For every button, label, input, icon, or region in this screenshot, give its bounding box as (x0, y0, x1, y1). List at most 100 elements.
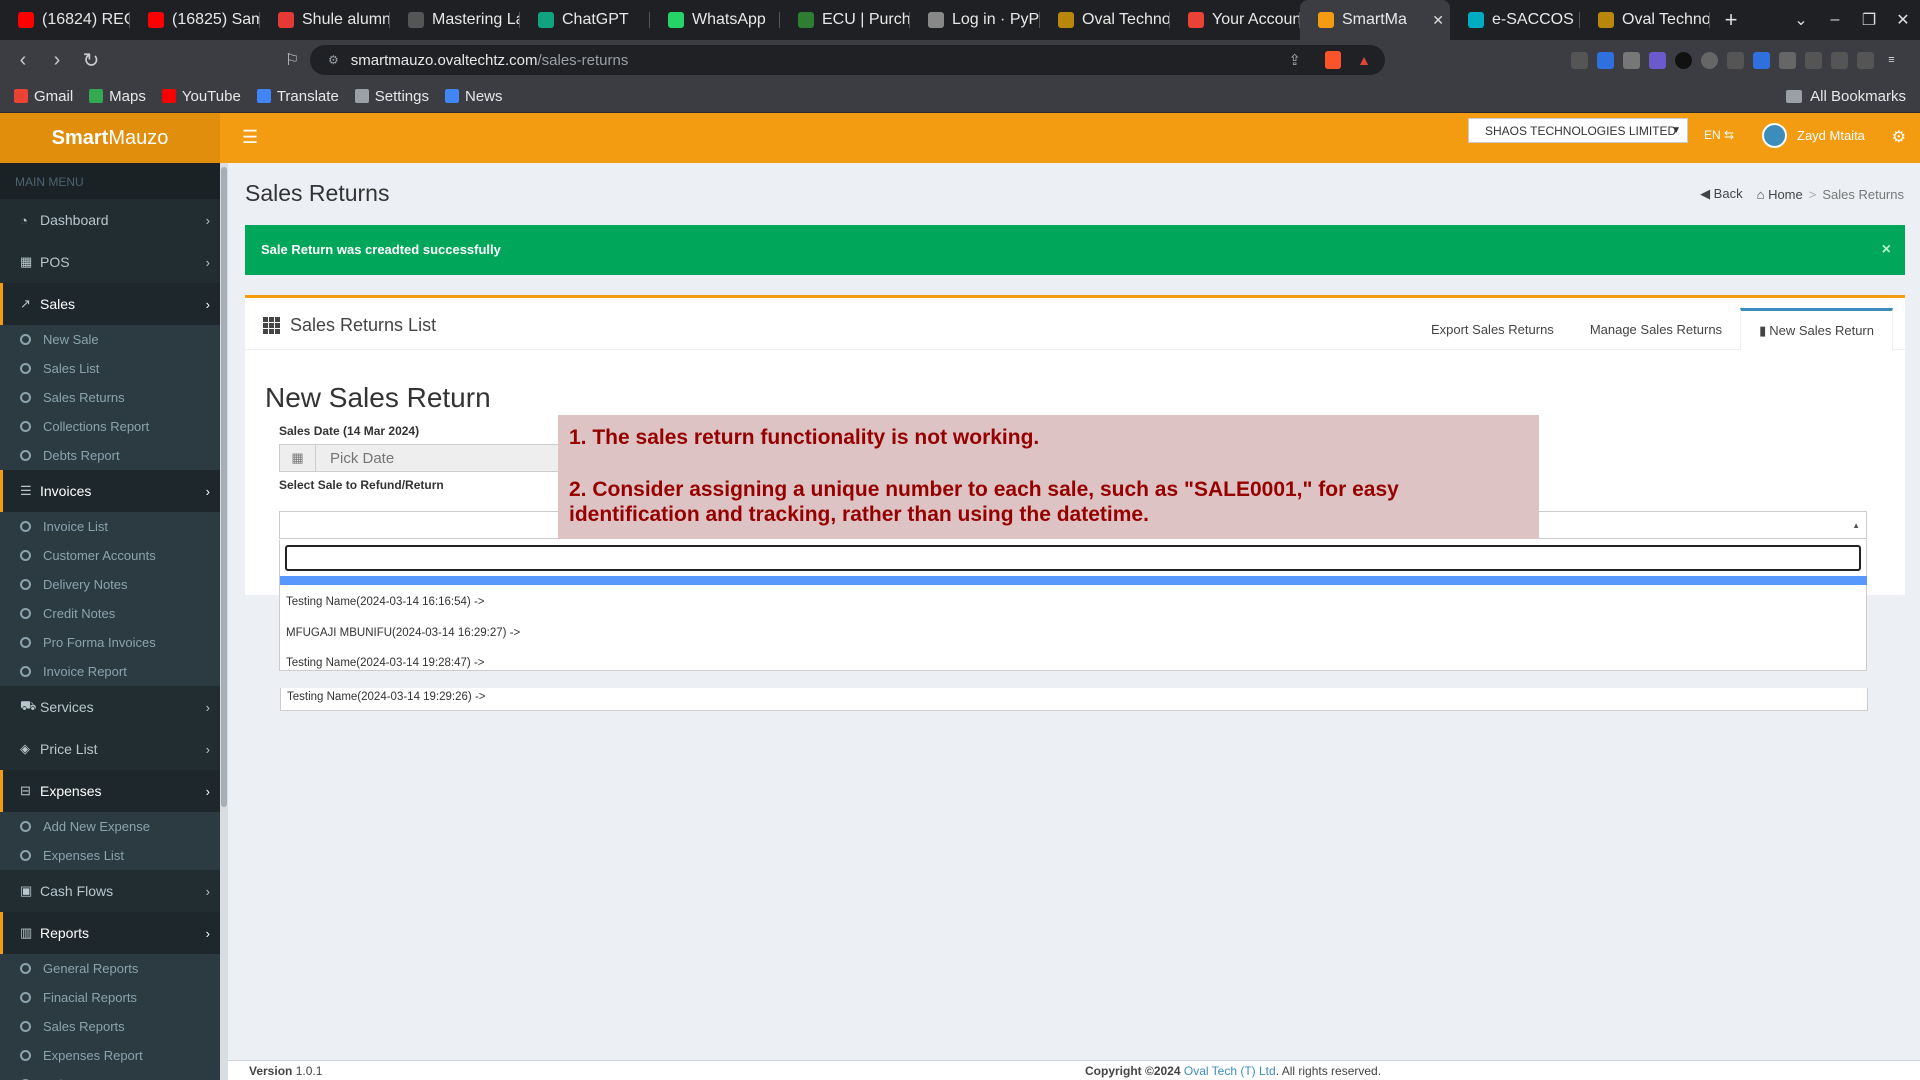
bookmark-icon[interactable]: ⚐ (275, 50, 309, 70)
app-logo[interactable]: Smart Mauzo (0, 113, 220, 163)
forward-arrow-icon[interactable]: › (40, 49, 74, 72)
bookmark-settings[interactable]: Settings (354, 88, 429, 105)
calendar-icon[interactable]: ▦ (280, 445, 316, 471)
sidebar-subitem[interactable]: Debts Report (0, 441, 220, 470)
brave-shields-icon[interactable] (1325, 51, 1341, 69)
browser-tab[interactable]: Log in · PyPI (910, 0, 1040, 40)
browser-tab[interactable]: ChatGPT (520, 0, 650, 40)
company-select[interactable]: SHAOS TECHNOLOGIES LIMITED ▼ (1468, 118, 1688, 143)
sidebar-subitem[interactable]: Delivery Notes (0, 570, 220, 599)
sidebar-subitem[interactable]: Invoice List (0, 512, 220, 541)
site-info-icon[interactable]: ⚙ (328, 53, 339, 67)
sidebar-item-reports[interactable]: ▥ Reports › (0, 912, 220, 954)
home-link[interactable]: ⌂ Home (1757, 187, 1803, 202)
menu-icon[interactable]: ≡ (1883, 51, 1900, 69)
sidebar-subitem[interactable]: Invoice Report (0, 657, 220, 686)
cogs-icon[interactable]: ⚙ (1892, 127, 1906, 147)
tab-manage-sales-returns[interactable]: Manage Sales Returns (1572, 308, 1740, 350)
sidebar-subitem[interactable]: Sales Returns (0, 383, 220, 412)
sidebar-icon[interactable] (1831, 51, 1848, 69)
extension-icon[interactable] (1675, 51, 1692, 69)
bookmark-youtube[interactable]: YouTube (161, 88, 241, 105)
browser-tab[interactable]: e-SACCOS (1450, 0, 1580, 40)
sidebar-subitem[interactable]: Pro Forma Invoices (0, 628, 220, 657)
extension-icon[interactable] (1649, 51, 1666, 69)
sales-date-field[interactable]: ▦ (279, 444, 564, 472)
browser-tab[interactable]: Shule alumn (260, 0, 390, 40)
highlighted-option[interactable] (280, 576, 1867, 585)
sales-date-input[interactable] (316, 445, 556, 471)
bookmark-translate[interactable]: Translate (256, 88, 339, 105)
extension-icon[interactable] (1753, 51, 1770, 69)
maximize-button[interactable]: ❐ (1852, 10, 1886, 30)
sidebar-item-pos[interactable]: ▦ POS › (0, 241, 220, 283)
puzzle-icon[interactable] (1779, 51, 1796, 69)
dropdown-search[interactable] (285, 545, 1861, 571)
sidebar-item-price-list[interactable]: ◈ Price List › (0, 728, 220, 770)
reload-icon[interactable]: ↻ (74, 48, 108, 73)
scrollbar-thumb[interactable] (221, 167, 227, 807)
tab-export-sales-returns[interactable]: Export Sales Returns (1413, 308, 1572, 350)
share-icon[interactable]: ⇪ (1288, 51, 1301, 69)
wallet-icon[interactable] (1857, 51, 1874, 69)
bookmark-maps[interactable]: Maps (89, 88, 146, 105)
sidebar-subitem[interactable]: General Reports (0, 954, 220, 983)
back-link[interactable]: ◀ Back (1700, 186, 1743, 202)
sidebar-subitem[interactable]: Sales Reports (0, 1012, 220, 1041)
close-window-button[interactable]: ✕ (1886, 10, 1920, 30)
sidebar-item-sales[interactable]: ↗ Sales › (0, 283, 220, 325)
tab-search-icon[interactable]: ⌄ (1784, 10, 1818, 30)
all-bookmarks[interactable]: All Bookmarks (1786, 80, 1906, 113)
sidebar-subitem[interactable]: Finacial Reports (0, 983, 220, 1012)
sidebar-item-services[interactable]: ⛟ Services › (0, 686, 220, 728)
dropdown-search-input[interactable] (287, 547, 1859, 569)
sidebar-item-invoices[interactable]: ☰ Invoices › (0, 470, 220, 512)
sidebar-subitem[interactable]: Customer Accounts (0, 541, 220, 570)
sidebar-subitem[interactable]: Sales List (0, 354, 220, 383)
browser-tab[interactable]: ECU | Purcha (780, 0, 910, 40)
browser-tab[interactable]: Mastering La (390, 0, 520, 40)
download-icon[interactable] (1805, 51, 1822, 69)
sidebar-subitem[interactable]: Collections Report (0, 412, 220, 441)
language-switch[interactable]: EN ⇆ (1704, 128, 1734, 142)
extension-icon[interactable] (1701, 51, 1718, 69)
company-link[interactable]: Oval Tech (T) Ltd (1184, 1064, 1276, 1078)
sidebar-subitem[interactable]: Expenses Report (0, 1041, 220, 1070)
browser-tab[interactable]: (16824) RECA (0, 0, 130, 40)
extension-icon[interactable] (1623, 51, 1640, 69)
sale-option[interactable]: Testing Name(2024-03-14 19:28:47) -> (286, 657, 485, 669)
sidebar-item-cash-flows[interactable]: ▣ Cash Flows › (0, 870, 220, 912)
sale-option[interactable]: Testing Name(2024-03-14 19:29:26) -> (280, 688, 1868, 711)
address-bar[interactable]: ⚙ smartmauzo.ovaltechtz.com/sales-return… (310, 45, 1385, 75)
minimize-button[interactable]: – (1818, 11, 1852, 29)
sidebar-subitem[interactable]: Debts Report (0, 1070, 220, 1080)
close-tab-icon[interactable]: ✕ (1432, 12, 1444, 29)
extension-icon[interactable] (1571, 51, 1588, 69)
extension-icon[interactable] (1727, 51, 1744, 69)
browser-tab[interactable]: WhatsApp (650, 0, 780, 40)
new-tab-button[interactable]: + (1716, 7, 1746, 33)
browser-tab[interactable]: SmartMa ✕ (1300, 0, 1450, 40)
browser-tab[interactable]: Your Accoun (1170, 0, 1300, 40)
tab-new-sales-return[interactable]: ▮ New Sales Return (1740, 308, 1893, 350)
extension-icon[interactable] (1597, 51, 1614, 69)
bookmark-gmail[interactable]: Gmail (14, 88, 73, 105)
close-icon[interactable]: × (1882, 241, 1891, 259)
sidebar-item-expenses[interactable]: ⊟ Expenses › (0, 770, 220, 812)
user-menu[interactable]: Zayd Mtaita (1762, 123, 1865, 148)
brave-rewards-icon[interactable]: ▲ (1357, 52, 1371, 68)
browser-tab[interactable]: (16825) Sam (130, 0, 260, 40)
browser-tab[interactable]: Oval Techno (1040, 0, 1170, 40)
sidebar-subitem[interactable]: Credit Notes (0, 599, 220, 628)
sidebar-item-dashboard[interactable]: ◔ Dashboard › (0, 199, 220, 241)
back-arrow-icon[interactable]: ‹ (6, 49, 40, 72)
browser-tab[interactable]: Oval Techno (1580, 0, 1710, 40)
sidebar-subitem[interactable]: Expenses List (0, 841, 220, 870)
hamburger-icon[interactable]: ☰ (242, 127, 258, 148)
sidebar-scrollbar[interactable] (220, 163, 228, 1080)
sale-option[interactable]: MFUGAJI MBUNIFU(2024-03-14 16:29:27) -> (286, 627, 520, 639)
sale-option[interactable]: Testing Name(2024-03-14 16:16:54) -> (286, 596, 485, 608)
sidebar-subitem[interactable]: New Sale (0, 325, 220, 354)
sidebar-subitem[interactable]: Add New Expense (0, 812, 220, 841)
bookmark-news[interactable]: News (445, 88, 503, 105)
